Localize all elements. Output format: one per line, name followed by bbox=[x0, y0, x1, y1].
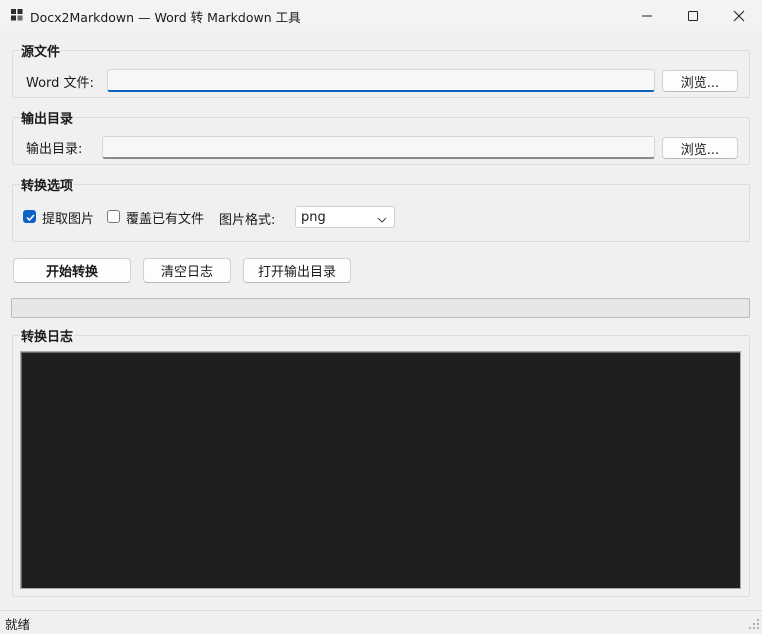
output-group-title: 输出目录 bbox=[20, 108, 75, 127]
maximize-button[interactable] bbox=[670, 0, 716, 31]
output-browse-button[interactable]: 浏览... bbox=[662, 137, 738, 159]
chevron-down-icon bbox=[377, 213, 387, 228]
resize-grip-icon[interactable] bbox=[748, 618, 760, 630]
close-icon bbox=[733, 10, 745, 22]
clear-log-button[interactable]: 清空日志 bbox=[143, 258, 231, 283]
word-file-label: Word 文件: bbox=[26, 76, 94, 91]
overwrite-label[interactable]: 覆盖已有文件 bbox=[126, 208, 204, 227]
checkmark-icon bbox=[26, 214, 35, 222]
title-bar[interactable]: Docx2Markdown — Word 转 Markdown 工具 bbox=[0, 0, 762, 31]
source-group-title: 源文件 bbox=[20, 41, 62, 60]
maximize-icon bbox=[687, 10, 699, 22]
word-file-input[interactable] bbox=[107, 69, 655, 92]
minimize-icon bbox=[641, 10, 653, 22]
start-convert-button[interactable]: 开始转换 bbox=[13, 258, 131, 283]
extract-images-label[interactable]: 提取图片 bbox=[42, 208, 94, 227]
log-output[interactable] bbox=[20, 351, 741, 589]
image-format-label: 图片格式: bbox=[219, 213, 276, 228]
close-button[interactable] bbox=[716, 0, 762, 31]
options-group-title: 转换选项 bbox=[20, 175, 75, 194]
status-text: 就绪 bbox=[5, 617, 31, 632]
minimize-button[interactable] bbox=[624, 0, 670, 31]
output-dir-label: 输出目录: bbox=[26, 142, 83, 157]
progress-bar bbox=[11, 298, 750, 318]
app-window-icon bbox=[10, 8, 24, 22]
status-bar: 就绪 bbox=[0, 610, 762, 632]
extract-images-checkbox[interactable] bbox=[23, 210, 36, 223]
source-browse-button[interactable]: 浏览... bbox=[662, 70, 738, 92]
log-group-title: 转换日志 bbox=[20, 326, 75, 345]
overwrite-checkbox[interactable] bbox=[107, 210, 120, 223]
open-output-dir-button[interactable]: 打开输出目录 bbox=[243, 258, 351, 283]
window-title: Docx2Markdown — Word 转 Markdown 工具 bbox=[30, 10, 301, 25]
output-dir-input[interactable] bbox=[102, 136, 655, 159]
image-format-value: png bbox=[301, 209, 326, 225]
image-format-select[interactable]: png bbox=[295, 206, 395, 228]
